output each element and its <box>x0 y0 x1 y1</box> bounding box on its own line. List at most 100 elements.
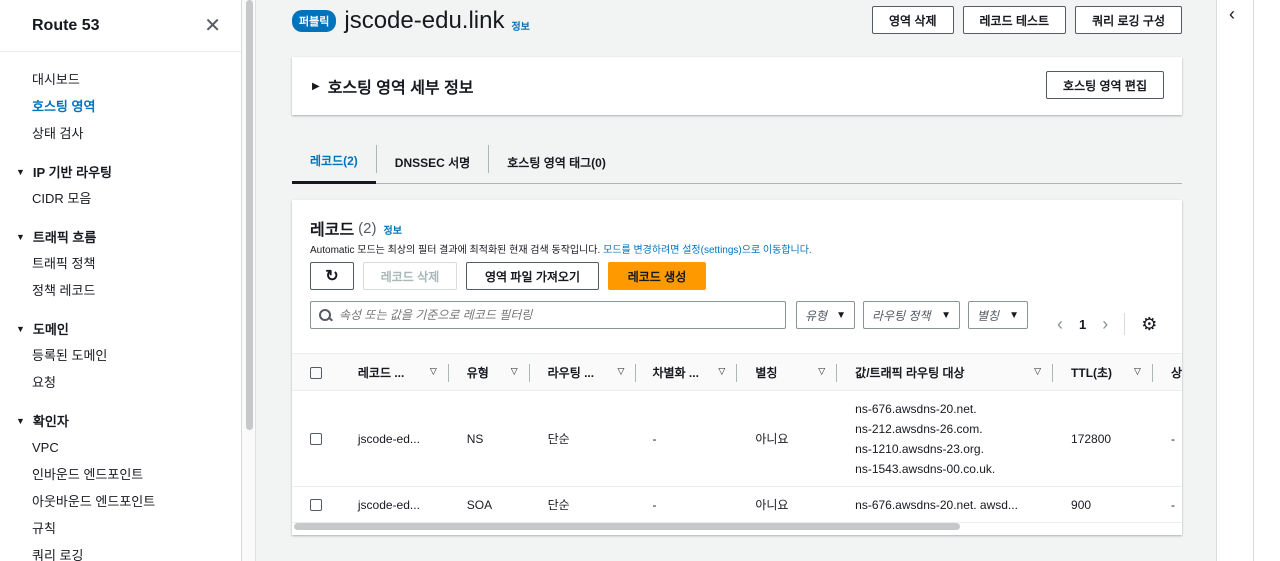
records-panel: 레코드 (2) 정보 Automatic 모드는 최상의 필터 결과에 최적화된… <box>292 200 1182 535</box>
edit-hosted-zone-button[interactable]: 호스팅 영역 편집 <box>1046 71 1164 99</box>
hosted-zone-details-title[interactable]: 호스팅 영역 세부 정보 <box>328 74 474 98</box>
type-dropdown[interactable]: 유형 ▼ <box>796 301 855 329</box>
value-cell: ns-676.awsdns-20.net. awsd... <box>855 497 1018 512</box>
sort-caret-icon[interactable]: ▽ <box>1034 366 1041 377</box>
sidebar-item-outbound-endpoints[interactable]: 아웃바운드 엔드포인트 <box>0 488 241 515</box>
col-ttl[interactable]: TTL(초) ▽ <box>1053 354 1153 391</box>
public-badge: 퍼블릭 <box>292 10 337 32</box>
sidebar-item-requests[interactable]: 요청 <box>0 369 241 396</box>
caret-down-icon: ▼ <box>1009 309 1019 321</box>
sort-caret-icon[interactable]: ▽ <box>430 366 437 377</box>
alias-cell: 아니요 <box>755 432 789 446</box>
sidebar-item-inbound-endpoints[interactable]: 인바운드 엔드포인트 <box>0 461 241 488</box>
col-value[interactable]: 값/트래픽 라우팅 대상 ▽ <box>837 354 1054 391</box>
create-record-button[interactable]: 레코드 생성 <box>608 262 706 290</box>
table-row[interactable]: jscode-ed... NS 단순 - 아니요 ns-676.awsdns-2… <box>292 391 1182 487</box>
tab-bar: 레코드(2) DNSSEC 서명 호스팅 영역 태그(0) <box>292 140 1182 184</box>
record-type-cell: SOA <box>466 497 493 512</box>
pager-divider <box>1124 313 1126 335</box>
settings-link[interactable]: 모드를 변경하려면 설정(settings)으로 이동합니다. <box>603 245 812 256</box>
sidebar-item-policy-records[interactable]: 정책 레코드 <box>0 277 241 304</box>
sidebar-item-hosted-zones[interactable]: 호스팅 영역 <box>0 93 241 120</box>
sidebar-nav: 대시보드 호스팅 영역 상태 검사 ▼ IP 기반 라우팅 CIDR 모음 ▼ 트래… <box>0 52 241 561</box>
sidebar-section-ip-routing[interactable]: ▼ IP 기반 라우팅 <box>0 158 241 185</box>
chevron-right-icon[interactable]: › <box>1102 314 1108 335</box>
record-name-cell[interactable]: jscode-ed... <box>358 487 449 523</box>
sort-caret-icon[interactable]: ▽ <box>511 366 518 377</box>
select-all-checkbox[interactable] <box>310 366 322 379</box>
table-row[interactable]: jscode-ed... SOA 단순 - 아니요 ns-676.awsdns-… <box>292 487 1182 523</box>
alias-dropdown[interactable]: 별칭 ▼ <box>968 301 1028 329</box>
sidebar-scrollbar[interactable] <box>246 0 253 430</box>
records-actions: ↻ 레코드 삭제 영역 파일 가져오기 레코드 생성 <box>310 262 706 290</box>
page-number[interactable]: 1 <box>1079 317 1086 332</box>
caret-down-icon: ▼ <box>16 323 25 334</box>
sidebar-header: Route 53 ✕ <box>0 0 241 52</box>
records-info-link[interactable]: 정보 <box>384 222 402 237</box>
sort-caret-icon[interactable]: ▽ <box>718 366 725 377</box>
sidebar-item-dashboard[interactable]: 대시보드 <box>0 66 241 93</box>
col-health-check[interactable]: 상 <box>1153 354 1182 391</box>
tab-records[interactable]: 레코드(2) <box>292 140 376 184</box>
col-alias[interactable]: 별칭 ▽ <box>737 354 838 391</box>
sidebar-section-domains[interactable]: ▼ 도메인 <box>0 315 241 342</box>
routing-policy-cell: 단순 <box>547 498 570 512</box>
alias-cell: 아니요 <box>755 498 789 512</box>
info-link[interactable]: 정보 <box>511 18 529 33</box>
sort-caret-icon[interactable]: ▽ <box>618 366 625 377</box>
caret-down-icon: ▼ <box>16 166 25 177</box>
sidebar-item-traffic-policies[interactable]: 트래픽 정책 <box>0 250 241 277</box>
chevron-left-icon[interactable]: ‹ <box>1057 314 1063 335</box>
table-horizontal-scrollbar[interactable] <box>294 523 960 530</box>
row-checkbox[interactable] <box>310 433 322 446</box>
refresh-icon[interactable]: ↻ <box>310 262 354 290</box>
import-zone-file-button[interactable]: 영역 파일 가져오기 <box>466 262 599 290</box>
differentiator-cell: - <box>652 497 657 512</box>
records-table: 레코드 ... ▽ 유형 ▽ 라우팅 ... ▽ 차별화 ... ▽ 별칭 ▽ 값/트래픽… <box>292 353 1182 523</box>
row-checkbox[interactable] <box>310 499 322 512</box>
delete-zone-button[interactable]: 영역 삭제 <box>872 6 954 34</box>
sort-caret-icon[interactable]: ▽ <box>818 366 825 377</box>
records-header: 레코드 (2) 정보 <box>310 216 402 240</box>
sort-caret-icon[interactable]: ▽ <box>1134 366 1141 377</box>
sidebar-item-query-logging[interactable]: 쿼리 로깅 <box>0 542 241 561</box>
health-check-cell: - <box>1170 497 1175 512</box>
col-differentiator[interactable]: 차별화 ... ▽ <box>636 354 738 391</box>
sidebar-item-health-checks[interactable]: 상태 검사 <box>0 120 241 147</box>
sidebar: Route 53 ✕ 대시보드 호스팅 영역 상태 검사 ▼ IP 기반 라우팅 … <box>0 0 242 561</box>
close-icon[interactable]: ✕ <box>204 16 221 36</box>
row-select-cell <box>292 391 358 487</box>
delete-record-button[interactable]: 레코드 삭제 <box>363 262 457 290</box>
tab-tags[interactable]: 호스팅 영역 태그(0) <box>489 140 624 184</box>
ttl-cell: 900 <box>1071 497 1092 512</box>
sidebar-item-rules[interactable]: 규칙 <box>0 515 241 542</box>
sidebar-section-traffic-flow[interactable]: ▼ 트래픽 흐름 <box>0 223 241 250</box>
records-description: Automatic 모드는 최상의 필터 결과에 최적화된 현재 검색 동작입니… <box>310 245 812 256</box>
records-count: (2) <box>358 219 377 237</box>
caret-down-icon: ▼ <box>941 309 951 321</box>
record-filter-input[interactable] <box>339 308 759 322</box>
col-routing-policy[interactable]: 라우팅 ... ▽ <box>530 354 637 391</box>
search-icon <box>319 309 331 321</box>
test-record-button[interactable]: 레코드 테스트 <box>962 6 1067 34</box>
caret-right-icon[interactable]: ▶ <box>312 81 320 92</box>
record-filter <box>310 301 786 329</box>
routing-policy-dropdown[interactable]: 라우팅 정책 ▼ <box>863 301 960 329</box>
ttl-cell: 172800 <box>1071 431 1112 446</box>
gear-icon[interactable]: ⚙ <box>1141 314 1157 335</box>
chevron-left-icon[interactable]: ‹ <box>1229 4 1235 25</box>
value-cell: ns-676.awsdns-20.net. ns-212.awsdns-26.c… <box>837 391 1053 487</box>
sidebar-item-vpc[interactable]: VPC <box>0 434 241 461</box>
record-name-cell[interactable]: jscode-ed... <box>358 391 449 487</box>
differentiator-cell: - <box>652 431 657 446</box>
hosted-zone-details-panel: ▶ 호스팅 영역 세부 정보 호스팅 영역 편집 <box>292 57 1182 115</box>
tab-dnssec[interactable]: DNSSEC 서명 <box>377 140 488 184</box>
record-type-cell: NS <box>466 431 484 446</box>
help-panel-rail: ‹ <box>1216 0 1280 561</box>
col-type[interactable]: 유형 ▽ <box>449 354 530 391</box>
sidebar-item-registered-domains[interactable]: 등록된 도메인 <box>0 342 241 369</box>
sidebar-item-cidr[interactable]: CIDR 모음 <box>0 185 241 212</box>
col-record-name[interactable]: 레코드 ... ▽ <box>358 354 449 391</box>
configure-query-logging-button[interactable]: 쿼리 로깅 구성 <box>1075 6 1182 34</box>
sidebar-section-resolver[interactable]: ▼ 확인자 <box>0 407 241 434</box>
